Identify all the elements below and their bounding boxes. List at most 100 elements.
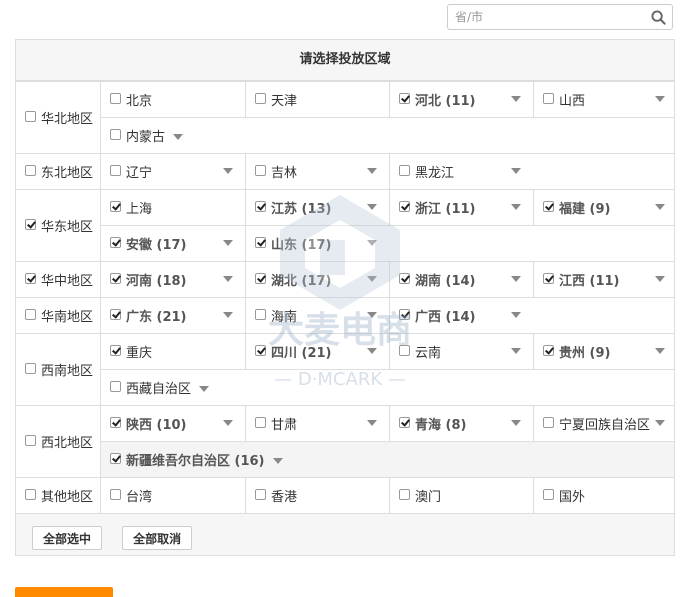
province-item[interactable]: 黑龙江 — [389, 154, 533, 189]
province-item[interactable]: 新疆维吾尔自治区 (16) — [101, 442, 674, 477]
dropdown-arrow-icon[interactable] — [367, 204, 377, 210]
region-checkbox-label[interactable]: 华北地区 — [16, 108, 100, 127]
province-item[interactable]: 西藏自治区 — [101, 370, 674, 405]
province-item[interactable]: 四川 (21) — [245, 334, 389, 369]
region-checkbox-label[interactable]: 华中地区 — [16, 270, 100, 289]
dropdown-arrow-icon[interactable] — [367, 348, 377, 354]
province-item[interactable]: 甘肃 — [245, 406, 389, 441]
dropdown-arrow-icon[interactable] — [367, 276, 377, 282]
province-item[interactable]: 福建 (9) — [533, 190, 677, 225]
province-item[interactable]: 安徽 (17) — [101, 226, 245, 261]
province-item[interactable]: 河南 (18) — [101, 262, 245, 297]
province-item[interactable]: 云南 — [389, 334, 533, 369]
province-item[interactable]: 台湾 — [101, 478, 245, 513]
province-item[interactable]: 湖北 (17) — [245, 262, 389, 297]
province-checkbox[interactable] — [543, 273, 554, 284]
dropdown-arrow-icon[interactable] — [223, 420, 233, 426]
province-checkbox[interactable] — [255, 417, 266, 428]
province-checkbox[interactable] — [543, 93, 554, 104]
dropdown-arrow-icon[interactable] — [223, 168, 233, 174]
province-checkbox[interactable] — [255, 93, 266, 104]
dropdown-arrow-icon[interactable] — [655, 204, 665, 210]
region-checkbox[interactable] — [25, 363, 36, 374]
select-all-button[interactable]: 全部选中 — [32, 526, 103, 550]
province-item[interactable]: 广东 (21) — [101, 298, 245, 333]
dropdown-arrow-icon[interactable] — [511, 312, 521, 318]
province-item[interactable]: 浙江 (11) — [389, 190, 533, 225]
province-checkbox[interactable] — [110, 489, 121, 500]
province-checkbox[interactable] — [399, 201, 410, 212]
dropdown-arrow-icon[interactable] — [367, 240, 377, 246]
province-item[interactable]: 国外 — [533, 478, 677, 513]
region-checkbox[interactable] — [25, 111, 36, 122]
region-checkbox[interactable] — [25, 309, 36, 320]
province-checkbox[interactable] — [399, 273, 410, 284]
dropdown-arrow-icon[interactable] — [511, 420, 521, 426]
province-checkbox[interactable] — [399, 417, 410, 428]
region-checkbox[interactable] — [25, 435, 36, 446]
submit-button[interactable] — [15, 587, 113, 597]
province-item[interactable]: 贵州 (9) — [533, 334, 677, 369]
province-item[interactable]: 江苏 (13) — [245, 190, 389, 225]
dropdown-arrow-icon[interactable] — [367, 168, 377, 174]
dropdown-arrow-icon[interactable] — [511, 204, 521, 210]
province-item[interactable]: 江西 (11) — [533, 262, 677, 297]
dropdown-arrow-icon[interactable] — [272, 457, 283, 464]
province-checkbox[interactable] — [543, 345, 554, 356]
province-checkbox[interactable] — [255, 165, 266, 176]
region-checkbox-label[interactable]: 其他地区 — [16, 486, 100, 505]
province-item[interactable]: 上海 — [101, 190, 245, 225]
province-item[interactable]: 广西 (14) — [389, 298, 533, 333]
dropdown-arrow-icon[interactable] — [655, 348, 665, 354]
dropdown-arrow-icon[interactable] — [223, 240, 233, 246]
province-checkbox[interactable] — [110, 93, 121, 104]
dropdown-arrow-icon[interactable] — [223, 312, 233, 318]
province-checkbox[interactable] — [110, 237, 121, 248]
province-search-box[interactable] — [447, 4, 673, 30]
province-item[interactable]: 河北 (11) — [389, 82, 533, 117]
dropdown-arrow-icon[interactable] — [367, 420, 377, 426]
region-checkbox-label[interactable]: 东北地区 — [16, 162, 100, 181]
region-checkbox[interactable] — [25, 489, 36, 500]
province-checkbox[interactable] — [110, 381, 121, 392]
province-item[interactable]: 山东 (17) — [245, 226, 389, 261]
province-checkbox[interactable] — [110, 165, 121, 176]
province-search-input[interactable] — [455, 6, 645, 28]
province-item[interactable]: 北京 — [101, 82, 245, 117]
province-checkbox[interactable] — [110, 273, 121, 284]
dropdown-arrow-icon[interactable] — [655, 96, 665, 102]
province-checkbox[interactable] — [110, 309, 121, 320]
region-checkbox-label[interactable]: 华南地区 — [16, 306, 100, 325]
province-item[interactable]: 海南 — [245, 298, 389, 333]
province-checkbox[interactable] — [543, 417, 554, 428]
province-checkbox[interactable] — [110, 453, 121, 464]
province-checkbox[interactable] — [399, 165, 410, 176]
search-icon[interactable] — [651, 10, 666, 25]
region-checkbox-label[interactable]: 华东地区 — [16, 216, 100, 235]
province-item[interactable]: 山西 — [533, 82, 677, 117]
dropdown-arrow-icon[interactable] — [511, 168, 521, 174]
province-checkbox[interactable] — [255, 345, 266, 356]
dropdown-arrow-icon[interactable] — [199, 385, 210, 392]
region-checkbox[interactable] — [25, 273, 36, 284]
province-checkbox[interactable] — [110, 129, 121, 140]
province-checkbox[interactable] — [399, 489, 410, 500]
province-item[interactable]: 天津 — [245, 82, 389, 117]
dropdown-arrow-icon[interactable] — [655, 420, 665, 426]
deselect-all-button[interactable]: 全部取消 — [122, 526, 193, 550]
province-item[interactable]: 辽宁 — [101, 154, 245, 189]
dropdown-arrow-icon[interactable] — [367, 312, 377, 318]
region-checkbox[interactable] — [25, 165, 36, 176]
region-checkbox-label[interactable]: 西北地区 — [16, 432, 100, 451]
dropdown-arrow-icon[interactable] — [655, 276, 665, 282]
province-checkbox[interactable] — [399, 93, 410, 104]
dropdown-arrow-icon[interactable] — [223, 276, 233, 282]
dropdown-arrow-icon[interactable] — [511, 348, 521, 354]
province-checkbox[interactable] — [110, 201, 121, 212]
province-item[interactable]: 吉林 — [245, 154, 389, 189]
province-checkbox[interactable] — [255, 273, 266, 284]
dropdown-arrow-icon[interactable] — [173, 133, 184, 140]
province-checkbox[interactable] — [399, 309, 410, 320]
province-checkbox[interactable] — [255, 237, 266, 248]
province-item[interactable]: 澳门 — [389, 478, 533, 513]
